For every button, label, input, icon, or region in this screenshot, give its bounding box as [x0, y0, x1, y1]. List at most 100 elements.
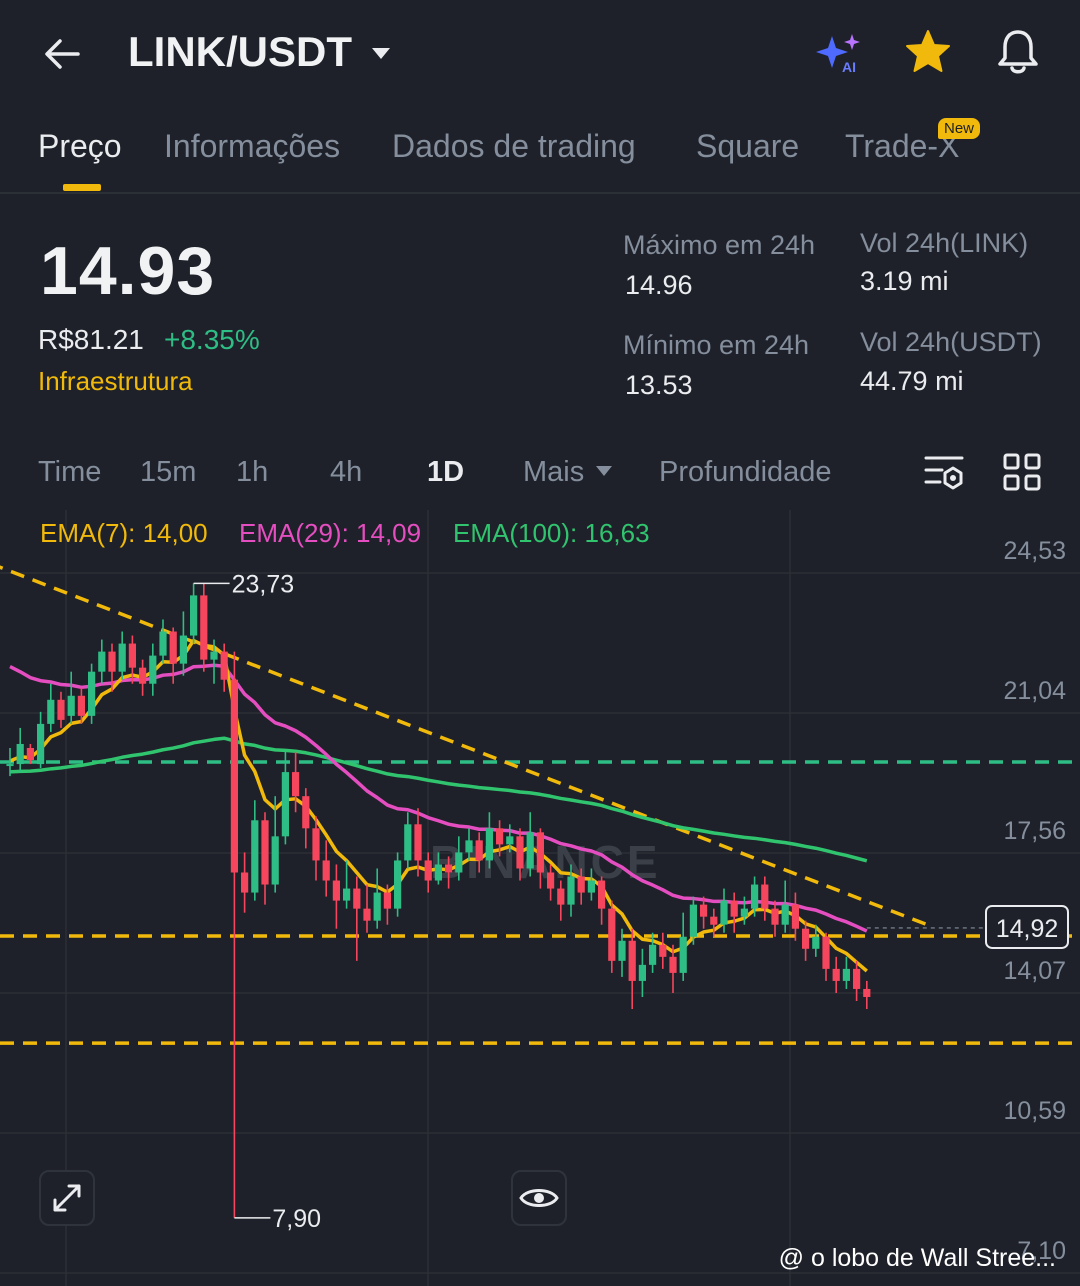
candle-body [608, 908, 616, 961]
eye-icon [519, 1189, 559, 1207]
candle-body [108, 651, 116, 672]
candle-body [312, 828, 320, 861]
credit-watermark: @ o lobo de Wall Stree... [778, 1244, 1056, 1272]
candle-body [516, 836, 524, 869]
tab-dados-de-trading[interactable]: Dados de trading [392, 128, 636, 165]
y-tick-label: 24,53 [1003, 537, 1066, 565]
candle-body [394, 860, 402, 909]
candle-body [47, 699, 55, 724]
vol-quote-label: Vol 24h(USDT) [860, 327, 1042, 357]
candle-body [710, 916, 718, 925]
candle-body [220, 651, 228, 680]
candle-body [557, 888, 565, 905]
candle-body [853, 968, 861, 989]
candle-body [149, 655, 157, 684]
pair-title[interactable]: LINK/USDT [128, 28, 352, 76]
candle-body [842, 968, 850, 981]
y-tick-label: 14,07 [1003, 957, 1066, 985]
candle-body [638, 964, 646, 981]
candle-body [16, 743, 24, 765]
candle-body [812, 936, 820, 949]
candle-body [57, 699, 65, 720]
ai-label: AI [842, 59, 856, 75]
high-annotation: 23,73 [232, 570, 295, 598]
timeframe-time[interactable]: Time [38, 456, 101, 489]
candle-body [618, 940, 626, 961]
candle-body [281, 772, 289, 837]
candle-body [332, 880, 340, 901]
price-change: +8.35% [164, 324, 260, 355]
candle-body [241, 872, 249, 893]
candle-body [547, 872, 555, 889]
timeframe-15m[interactable]: 15m [140, 456, 196, 489]
candle-body [230, 679, 238, 873]
star-icon[interactable] [904, 28, 952, 76]
low-annotation: 7,90 [272, 1205, 321, 1233]
back-arrow-icon[interactable] [38, 30, 86, 78]
timeframe-1h[interactable]: 1h [236, 456, 268, 489]
candle-body [740, 908, 748, 917]
ai-sparkle-icon[interactable]: AI [814, 30, 866, 76]
candle-body [700, 904, 708, 917]
timeframe-4h[interactable]: 4h [330, 456, 362, 489]
candle-body [720, 900, 728, 925]
active-tab-indicator [63, 184, 101, 191]
header-divider [0, 192, 1080, 194]
sector-tag[interactable]: Infraestrutura [38, 366, 193, 397]
low-24h-value: 13.53 [625, 370, 693, 400]
candle-body [383, 892, 391, 909]
timeframe-1d[interactable]: 1D [427, 456, 464, 489]
candle-body [292, 772, 300, 797]
ema29-line [9, 663, 868, 933]
more-caret-icon[interactable] [594, 463, 614, 479]
candle-body [771, 908, 779, 925]
candle-body [88, 671, 96, 716]
candle-body [598, 880, 606, 909]
fullscreen-button[interactable] [39, 1170, 95, 1226]
new-badge: New [938, 118, 981, 139]
candle-body [445, 864, 453, 873]
candle-body [404, 824, 412, 861]
candle-body [730, 900, 738, 917]
vol-base-value: 3.19 mi [860, 266, 949, 296]
tab-square[interactable]: Square [696, 128, 799, 165]
candle-body [455, 852, 463, 873]
timeframe-more[interactable]: Mais [523, 456, 584, 489]
depth-tab[interactable]: Profundidade [659, 456, 832, 489]
ema7-line [9, 638, 868, 973]
visibility-button[interactable] [511, 1170, 567, 1226]
high-24h-value: 14.96 [625, 270, 693, 300]
vol-base-label: Vol 24h(LINK) [860, 228, 1029, 258]
candle-body [271, 836, 279, 885]
candle-body [67, 695, 75, 716]
candle-body [536, 832, 544, 873]
candle-body [353, 888, 361, 909]
low-24h-label: Mínimo em 24h [623, 330, 810, 360]
tab-informacoes[interactable]: Informações [164, 128, 340, 165]
y-tick-label: 10,59 [1003, 1097, 1066, 1125]
bell-icon[interactable] [992, 26, 1044, 78]
candle-body [128, 643, 136, 668]
candle-body [77, 695, 85, 716]
candle-body [251, 820, 259, 893]
candle-body [302, 796, 310, 829]
fiat-price: R$81.21 [38, 324, 144, 355]
candle-body [6, 764, 14, 767]
layout-grid-icon[interactable] [1000, 450, 1044, 494]
candle-body [322, 860, 330, 881]
candle-body [475, 840, 483, 861]
indicator-settings-icon[interactable] [922, 450, 966, 494]
vol-quote-value: 44.79 mi [860, 366, 964, 396]
caret-down-icon[interactable] [368, 40, 394, 66]
last-price-label: 14,92 [996, 915, 1059, 943]
candle-body [139, 667, 147, 684]
candle-body [159, 631, 167, 656]
candle-body [414, 824, 422, 861]
candle-body [179, 635, 187, 664]
candle-body [506, 836, 514, 845]
ema100-label: EMA(100): 16,63 [453, 518, 650, 548]
candle-body [791, 904, 799, 929]
tab-preco[interactable]: Preço [38, 128, 122, 165]
candle-body [689, 904, 697, 937]
candle-body [822, 936, 830, 969]
